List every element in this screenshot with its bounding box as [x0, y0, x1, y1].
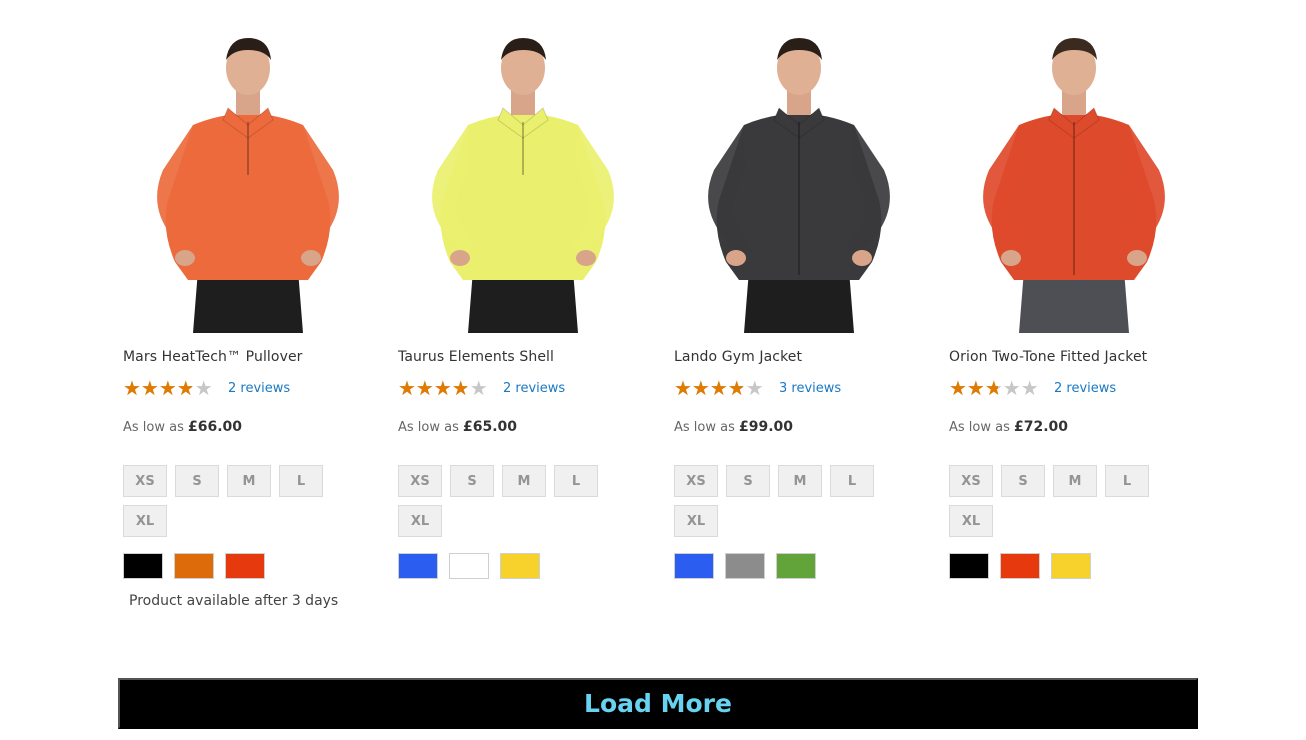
product-name[interactable]: Lando Gym Jacket	[674, 349, 802, 365]
price-label: As low as	[674, 420, 739, 435]
color-options	[674, 553, 816, 579]
load-more-button[interactable]: Load More	[118, 678, 1198, 729]
product-grid: Mars HeatTech™ Pullover ★★★★★★★★★★ 2 revie…	[123, 30, 1203, 630]
price-label: As low as	[123, 420, 188, 435]
product-price: As low as £65.00	[398, 419, 517, 435]
reviews-link[interactable]: 3 reviews	[779, 381, 841, 396]
price-amount: £66.00	[188, 419, 243, 435]
reviews-link[interactable]: 2 reviews	[1054, 381, 1116, 396]
color-swatch[interactable]	[449, 553, 489, 579]
price-label: As low as	[398, 420, 463, 435]
product-image[interactable]	[398, 30, 648, 333]
color-swatch[interactable]	[776, 553, 816, 579]
color-swatch[interactable]	[1000, 553, 1040, 579]
size-option-s[interactable]: S	[175, 465, 219, 497]
size-option-xl[interactable]: XL	[123, 505, 167, 537]
size-option-s[interactable]: S	[726, 465, 770, 497]
color-options	[398, 553, 540, 579]
product-card: Taurus Elements Shell ★★★★★★★★★★ 2 reviews…	[398, 30, 648, 579]
product-name[interactable]: Orion Two-Tone Fitted Jacket	[949, 349, 1147, 365]
size-option-s[interactable]: S	[1001, 465, 1045, 497]
size-option-m[interactable]: M	[502, 465, 546, 497]
size-option-l[interactable]: L	[830, 465, 874, 497]
product-price: As low as £72.00	[949, 419, 1068, 435]
product-image[interactable]	[123, 30, 373, 333]
color-swatch[interactable]	[674, 553, 714, 579]
size-option-l[interactable]: L	[1105, 465, 1149, 497]
size-option-xs[interactable]: XS	[123, 465, 167, 497]
price-amount: £99.00	[739, 419, 794, 435]
price-amount: £65.00	[463, 419, 518, 435]
size-option-xl[interactable]: XL	[674, 505, 718, 537]
star-rating-icon: ★★★★★★★★★★	[398, 376, 488, 400]
product-rating: ★★★★★★★★★★ 3 reviews	[674, 378, 841, 398]
product-rating: ★★★★★★★★★★ 2 reviews	[398, 378, 565, 398]
size-option-m[interactable]: M	[227, 465, 271, 497]
product-rating: ★★★★★★★★★★ 2 reviews	[949, 378, 1116, 398]
size-option-xl[interactable]: XL	[398, 505, 442, 537]
product-name[interactable]: Taurus Elements Shell	[398, 349, 554, 365]
size-options: XS S M L XL	[123, 465, 333, 537]
price-label: As low as	[949, 420, 1014, 435]
star-rating-icon: ★★★★★★★★★★	[674, 376, 764, 400]
size-option-xs[interactable]: XS	[949, 465, 993, 497]
color-swatch[interactable]	[949, 553, 989, 579]
product-image[interactable]	[949, 30, 1199, 333]
size-options: XS S M L XL	[398, 465, 608, 537]
color-swatch[interactable]	[500, 553, 540, 579]
product-rating: ★★★★★★★★★★ 2 reviews	[123, 378, 290, 398]
color-swatch[interactable]	[398, 553, 438, 579]
color-swatch[interactable]	[225, 553, 265, 579]
reviews-link[interactable]: 2 reviews	[503, 381, 565, 396]
size-option-l[interactable]: L	[279, 465, 323, 497]
reviews-link[interactable]: 2 reviews	[228, 381, 290, 396]
star-rating-icon: ★★★★★★★★★★	[123, 376, 213, 400]
size-option-xs[interactable]: XS	[398, 465, 442, 497]
size-options: XS S M L XL	[949, 465, 1159, 537]
color-swatch[interactable]	[123, 553, 163, 579]
product-image[interactable]	[674, 30, 924, 333]
color-options	[123, 553, 265, 579]
product-card: Orion Two-Tone Fitted Jacket ★★★★★★★★★★ 2 …	[949, 30, 1199, 579]
size-option-m[interactable]: M	[778, 465, 822, 497]
color-options	[949, 553, 1091, 579]
availability-note: Product available after 3 days	[129, 593, 339, 609]
product-price: As low as £99.00	[674, 419, 793, 435]
color-swatch[interactable]	[725, 553, 765, 579]
product-name[interactable]: Mars HeatTech™ Pullover	[123, 349, 303, 365]
color-swatch[interactable]	[1051, 553, 1091, 579]
product-card: Mars HeatTech™ Pullover ★★★★★★★★★★ 2 revie…	[123, 30, 373, 609]
price-amount: £72.00	[1014, 419, 1069, 435]
star-rating-icon: ★★★★★★★★★★	[949, 376, 1039, 400]
size-option-xl[interactable]: XL	[949, 505, 993, 537]
size-option-s[interactable]: S	[450, 465, 494, 497]
size-option-m[interactable]: M	[1053, 465, 1097, 497]
size-options: XS S M L XL	[674, 465, 884, 537]
size-option-xs[interactable]: XS	[674, 465, 718, 497]
product-price: As low as £66.00	[123, 419, 242, 435]
size-option-l[interactable]: L	[554, 465, 598, 497]
product-card: Lando Gym Jacket ★★★★★★★★★★ 3 reviews As lo…	[674, 30, 924, 579]
color-swatch[interactable]	[174, 553, 214, 579]
